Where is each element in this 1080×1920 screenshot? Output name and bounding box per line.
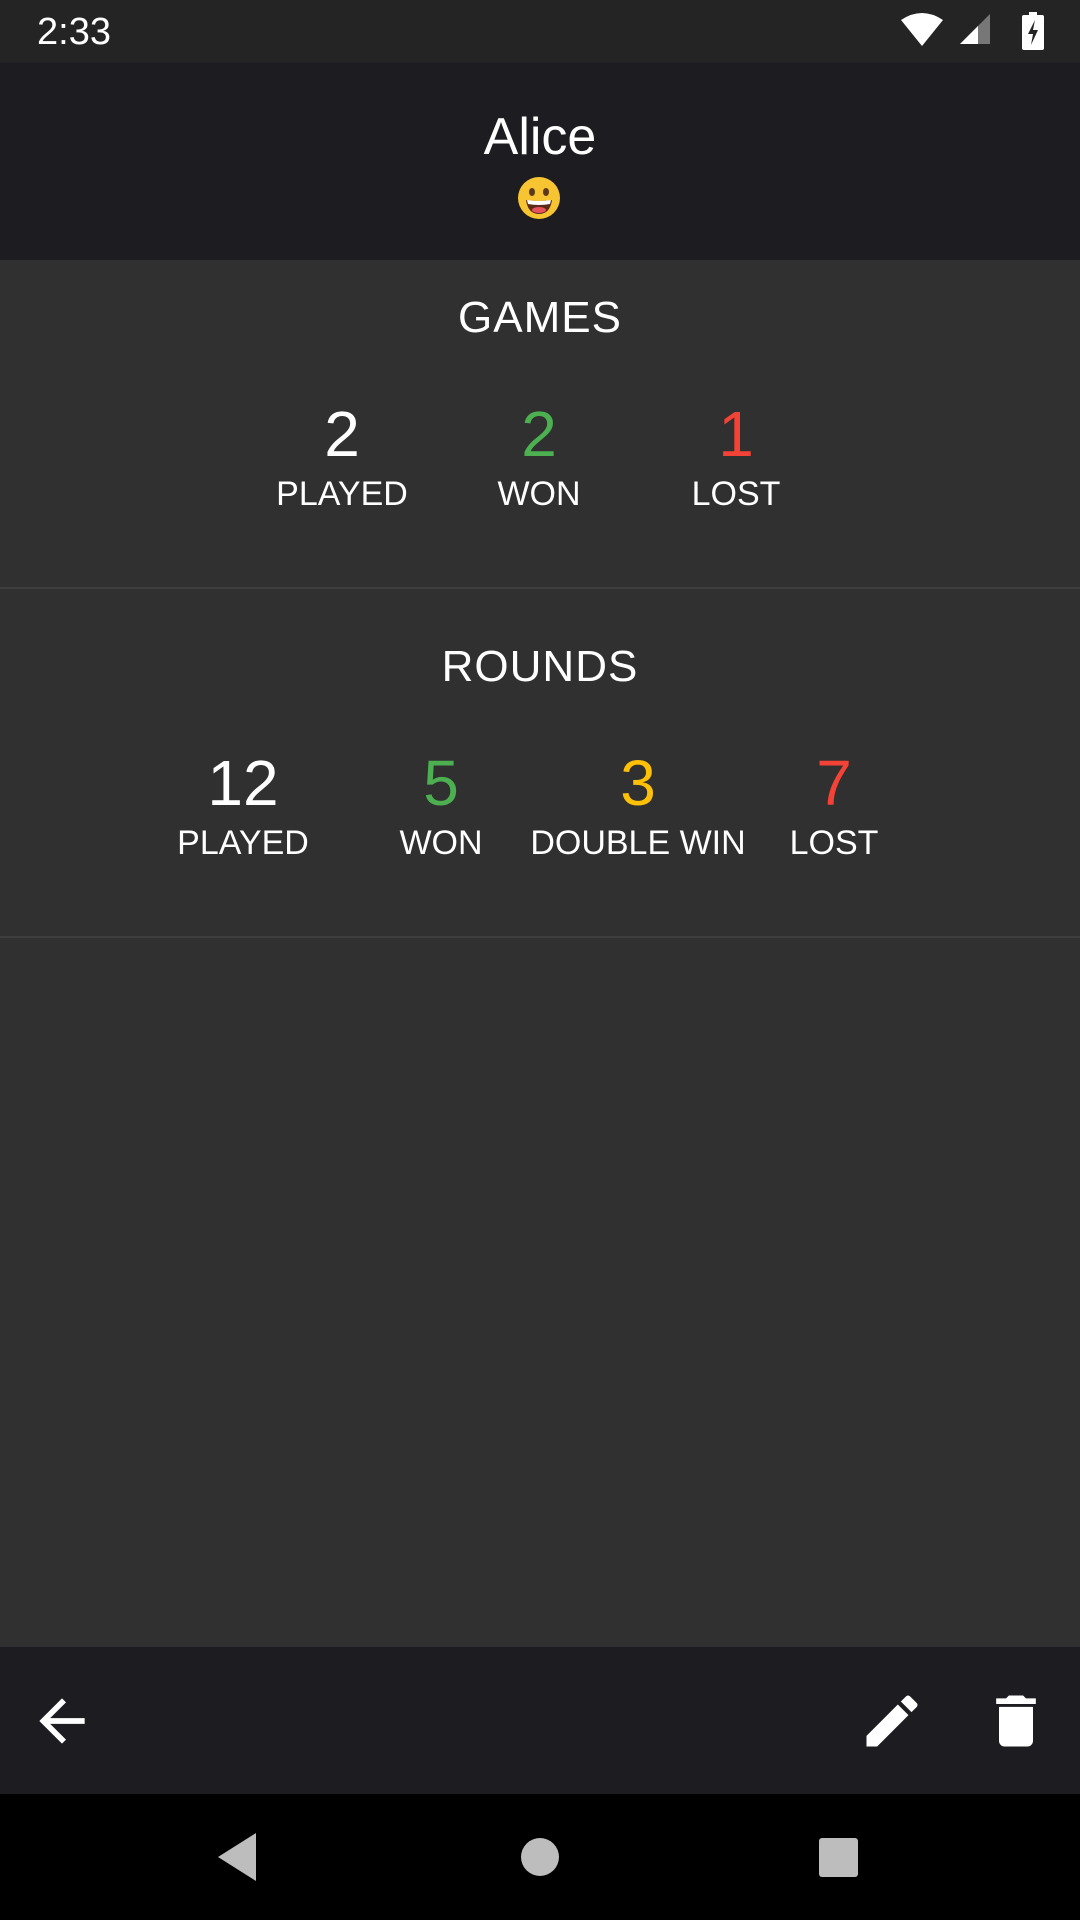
rounds-double-win-value: 3 [620, 747, 656, 819]
back-button[interactable] [28, 1687, 96, 1755]
rounds-lost-stat: 7 LOST [724, 747, 944, 863]
status-time: 2:33 [37, 11, 111, 53]
system-nav-bar [0, 1794, 1080, 1920]
cell-signal-icon [960, 14, 990, 44]
rounds-won-stat: 5 WON [331, 747, 551, 863]
rounds-played-label: PLAYED [177, 824, 309, 862]
bottom-toolbar [0, 1647, 1080, 1794]
games-lost-stat: 1 LOST [626, 398, 846, 514]
rounds-title: ROUNDS [441, 642, 639, 691]
rounds-won-value: 5 [423, 747, 459, 819]
rounds-double-win-label: DOUBLE WIN [530, 824, 746, 862]
battery-charging-icon [1022, 12, 1044, 50]
delete-button[interactable] [982, 1687, 1050, 1755]
rounds-played-value: 12 [207, 747, 279, 819]
rounds-lost-value: 7 [816, 747, 852, 819]
grinning-face-emoji-icon [518, 177, 560, 219]
status-bar: 2:33 [0, 0, 1080, 63]
nav-recents-icon[interactable] [808, 1827, 868, 1887]
games-won-stat: 2 WON [429, 398, 649, 514]
games-played-label: PLAYED [276, 475, 408, 513]
rounds-won-label: WON [399, 824, 483, 862]
rounds-played-stat: 12 PLAYED [133, 747, 353, 863]
rounds-double-win-stat: 3 DOUBLE WIN [528, 747, 748, 863]
games-played-value: 2 [324, 398, 360, 470]
player-name: Alice [483, 108, 597, 166]
nav-back-icon[interactable] [208, 1827, 268, 1887]
arrow-back-icon [39, 1698, 85, 1744]
games-section: GAMES 2 PLAYED 2 WON 1 LOST [0, 260, 1080, 589]
edit-button[interactable] [858, 1687, 926, 1755]
player-stats-screen: 2:33 Alice GAMES 2 PLAYED 2 WON 1 LOST R… [0, 0, 1080, 1920]
trash-delete-icon [996, 1695, 1036, 1747]
player-header: Alice [0, 63, 1080, 260]
games-title: GAMES [458, 293, 622, 342]
games-played-stat: 2 PLAYED [232, 398, 452, 514]
rounds-lost-label: LOST [789, 824, 879, 862]
games-lost-label: LOST [691, 475, 781, 513]
nav-home-icon[interactable] [510, 1827, 570, 1887]
games-won-value: 2 [521, 398, 557, 470]
wifi-icon [901, 13, 943, 46]
games-lost-value: 1 [718, 398, 754, 470]
rounds-section: ROUNDS 12 PLAYED 5 WON 3 DOUBLE WIN 7 LO… [0, 589, 1080, 938]
pencil-edit-icon [866, 1695, 918, 1747]
games-won-label: WON [497, 475, 581, 513]
